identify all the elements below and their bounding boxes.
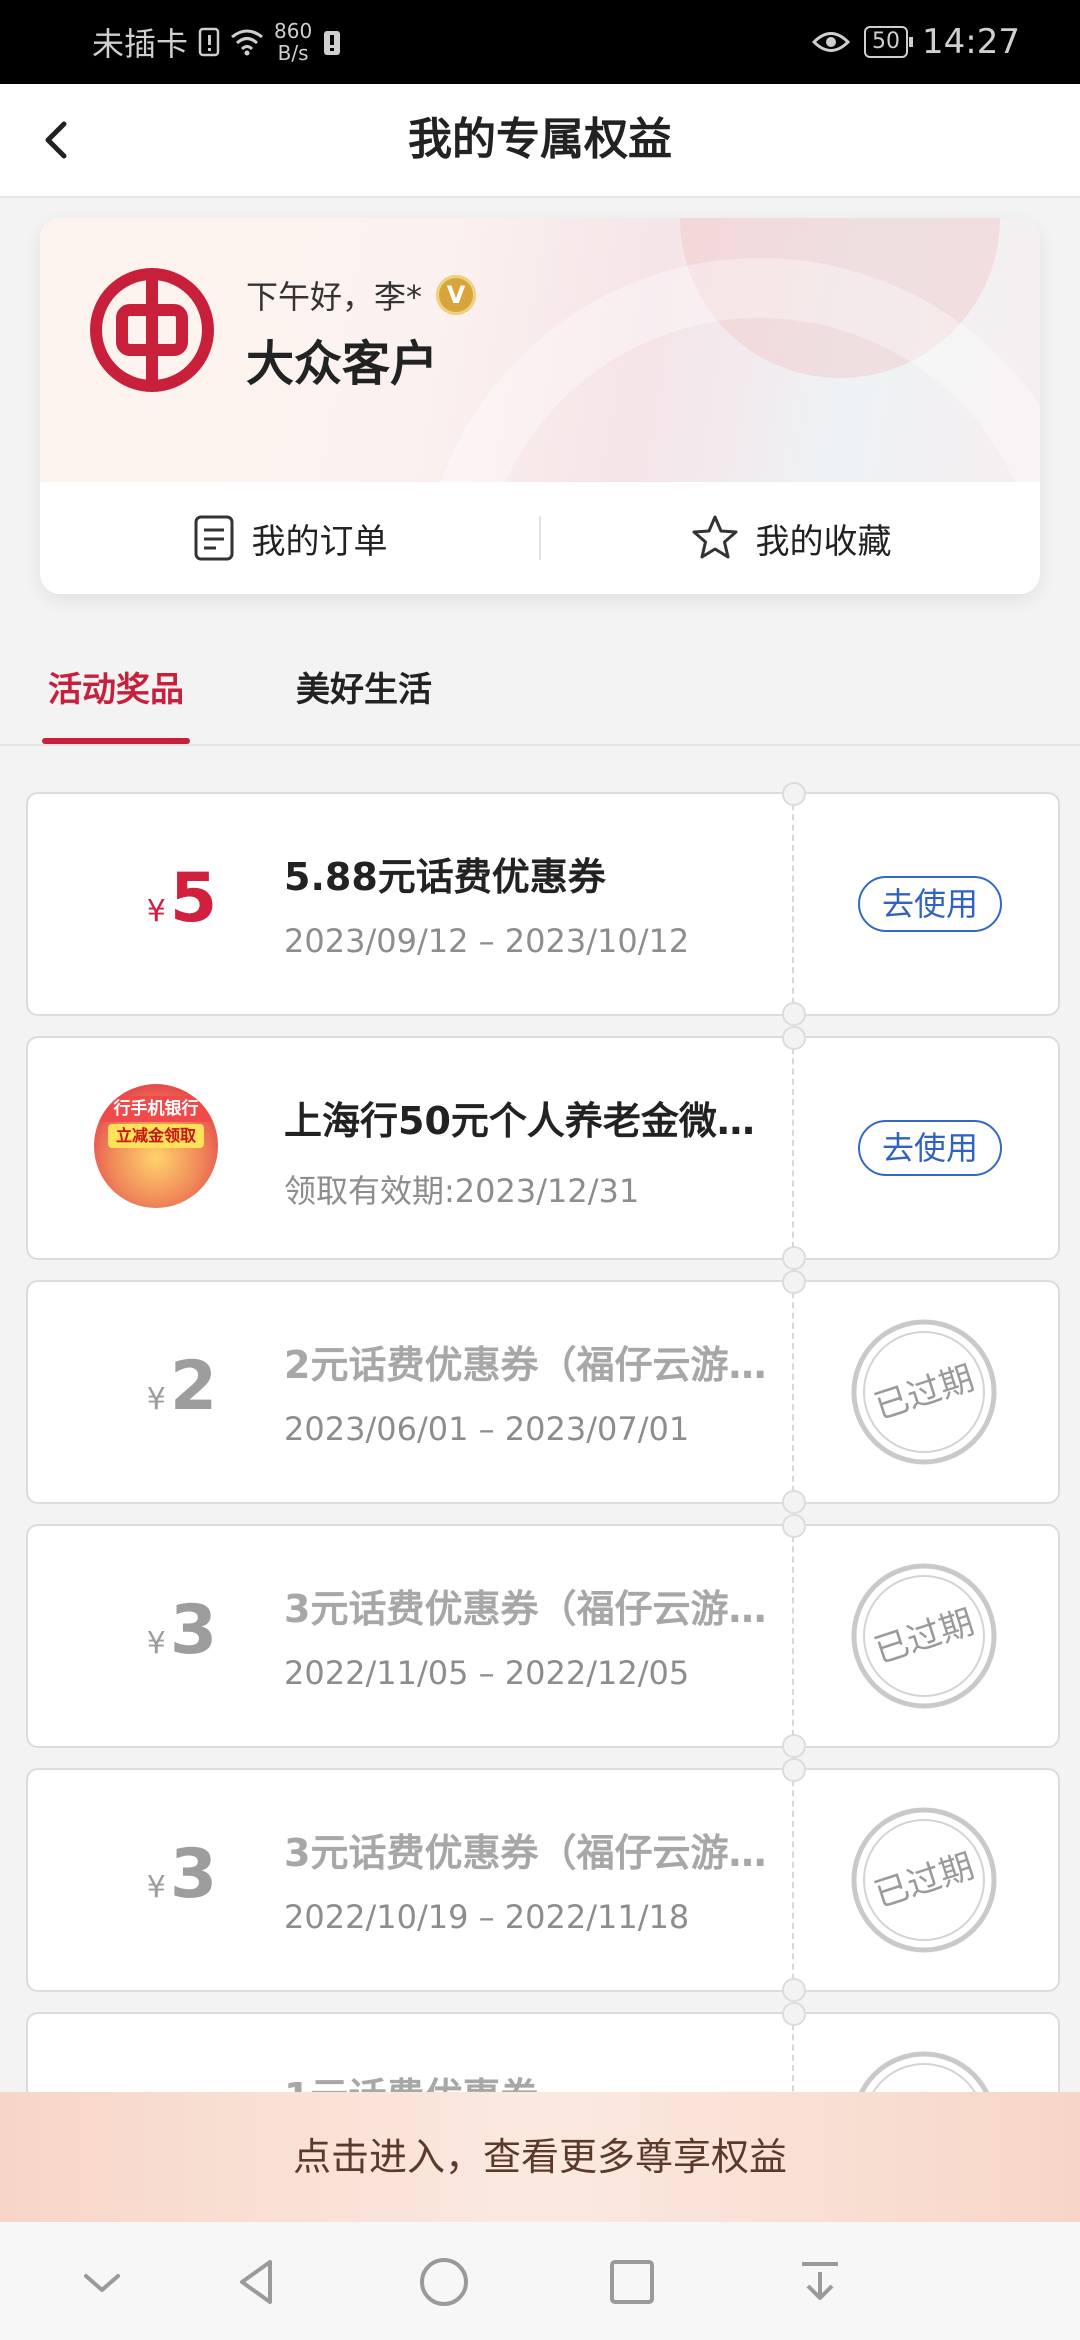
amount-value: 2 [169,1347,218,1426]
amount-value: 5 [169,859,218,938]
coupon-notch [782,1490,806,1514]
profile-card: 下午好，李* V 大众客户 我的订单 我的收藏 [40,218,1040,594]
coupon-date: 2022/10/19 – 2022/11/18 [284,1898,690,1936]
coupon-amount: ¥ 3 [122,1840,242,1910]
coupon-notch [782,1514,806,1538]
page-title: 我的专属权益 [408,114,672,165]
customer-level: 大众客户 [246,336,439,392]
tab-indicator [42,738,190,744]
coupon-divider [792,1038,794,1258]
coupon-divider [792,794,794,1014]
amount-value: 3 [169,1835,218,1914]
notification-icon [324,31,341,55]
amount-value: 3 [169,1591,218,1670]
coupon-title: 3元话费优惠券（福仔云游… [284,1831,767,1875]
bank-logo-icon [90,268,214,392]
vip-badge-icon: V [436,275,477,315]
coupon-card[interactable]: ¥ 3 3元话费优惠券（福仔云游… 2022/10/19 – 2022/11/1… [26,1758,1060,2002]
coupon-amount: ¥ 2 [122,1352,242,1422]
tab-bar: 活动奖品 美好生活 [0,612,1080,746]
eye-icon [812,32,851,52]
coupon-card[interactable]: ¥ 2 2元话费优惠券（福仔云游… 2023/06/01 – 2023/07/0… [26,1270,1060,1514]
more-benefits-banner[interactable]: 点击进入，查看更多尊享权益 [0,2092,1080,2222]
coupon-date: 2023/06/01 – 2023/07/01 [284,1410,690,1448]
coupon-card[interactable]: ¥ 5 5.88元话费优惠券 2023/09/12 – 2023/10/12 去… [26,782,1060,1026]
coupon-date: 2022/11/05 – 2022/12/05 [284,1654,690,1692]
coupon-divider [792,1770,794,1990]
coupon-notch [782,1734,806,1758]
order-list-icon [194,515,233,561]
profile-banner: 下午好，李* V 大众客户 [40,218,1040,594]
coupon-divider [792,1282,794,1502]
coupon-notch [782,1002,806,1026]
pension-red-packet-image: 行手机银行 立减金领取 [94,1084,218,1208]
net-speed: 860 B/s [274,20,312,64]
use-button[interactable]: 去使用 [858,1120,1002,1176]
expired-stamp-text: 已过期 [870,1846,979,1916]
my-favorites-button[interactable]: 我的收藏 [541,514,1040,563]
net-speed-unit: B/s [277,41,309,65]
expired-stamp-icon: 已过期 [851,1563,997,1709]
expired-stamp-icon: 已过期 [851,1319,997,1465]
recents-square-icon[interactable] [602,2252,662,2312]
coupon-notch [782,1978,806,2002]
currency-symbol: ¥ [146,894,166,929]
coupon-notch [782,1270,806,1294]
top-app-bar: 我的专属权益 [0,84,1080,198]
currency-symbol: ¥ [146,1626,166,1661]
coupon-title: 3元话费优惠券（福仔云游… [284,1587,767,1631]
currency-symbol: ¥ [146,1870,166,1905]
coupon-amount: ¥ 5 [122,864,242,934]
coupon-divider [792,1526,794,1746]
my-orders-label: 我的订单 [251,521,388,562]
coupon-date: 领取有效期:2023/12/31 [284,1172,640,1210]
expired-stamp-text: 已过期 [870,1602,979,1672]
battery-indicator: 50 [864,26,914,58]
coupon-notch [782,1026,806,1050]
download-icon[interactable] [790,2252,850,2312]
system-nav-bar [0,2222,1080,2340]
coupon-title: 上海行50元个人养老金微… [284,1099,755,1143]
coupon-notch [782,2002,806,2026]
net-speed-value: 860 [274,19,313,43]
coupon-notch [782,1246,806,1270]
sim-alert-icon [198,27,220,57]
coupon-title: 5.88元话费优惠券 [284,855,606,899]
image-caption: 立减金领取 [108,1124,204,1148]
coupon-date: 2023/09/12 – 2023/10/12 [284,922,690,960]
coupon-card[interactable]: 行手机银行 立减金领取 上海行50元个人养老金微… 领取有效期:2023/12/… [26,1026,1060,1270]
more-benefits-text: 点击进入，查看更多尊享权益 [292,2135,787,2179]
greeting: 下午好，李* V [246,272,477,318]
carrier-text: 未插卡 [92,25,189,63]
profile-shortcuts: 我的订单 我的收藏 [40,482,1040,594]
currency-symbol: ¥ [146,1382,166,1417]
my-orders-button[interactable]: 我的订单 [40,514,539,563]
expired-stamp-text: 已过期 [870,1358,979,1428]
tab-activity-prizes[interactable]: 活动奖品 [48,662,184,711]
status-bar: 未插卡 860 B/s 50 14:27 [0,0,1080,84]
status-right: 50 14:27 [812,0,1020,84]
coupon-card[interactable]: ¥ 3 3元话费优惠券（福仔云游… 2022/11/05 – 2022/12/0… [26,1514,1060,1758]
wifi-icon [231,29,263,56]
tab-good-life[interactable]: 美好生活 [296,662,432,711]
coupon-title: 2元话费优惠券（福仔云游… [284,1343,767,1387]
greeting-text: 下午好，李* [246,278,423,316]
home-circle-icon[interactable] [414,2252,474,2312]
use-button[interactable]: 去使用 [858,876,1002,932]
coupon-notch [782,1758,806,1782]
chevron-down-icon[interactable] [72,2252,132,2312]
coupon-notch [782,782,806,806]
my-favorites-label: 我的收藏 [755,521,892,562]
coupon-amount: ¥ 3 [122,1596,242,1666]
expired-stamp-icon: 已过期 [851,1807,997,1953]
clock: 14:27 [922,22,1020,62]
image-caption: 行手机银行 [98,1096,214,1122]
status-left: 未插卡 860 B/s [92,0,342,84]
star-icon [692,515,737,559]
back-triangle-icon[interactable] [226,2252,286,2312]
